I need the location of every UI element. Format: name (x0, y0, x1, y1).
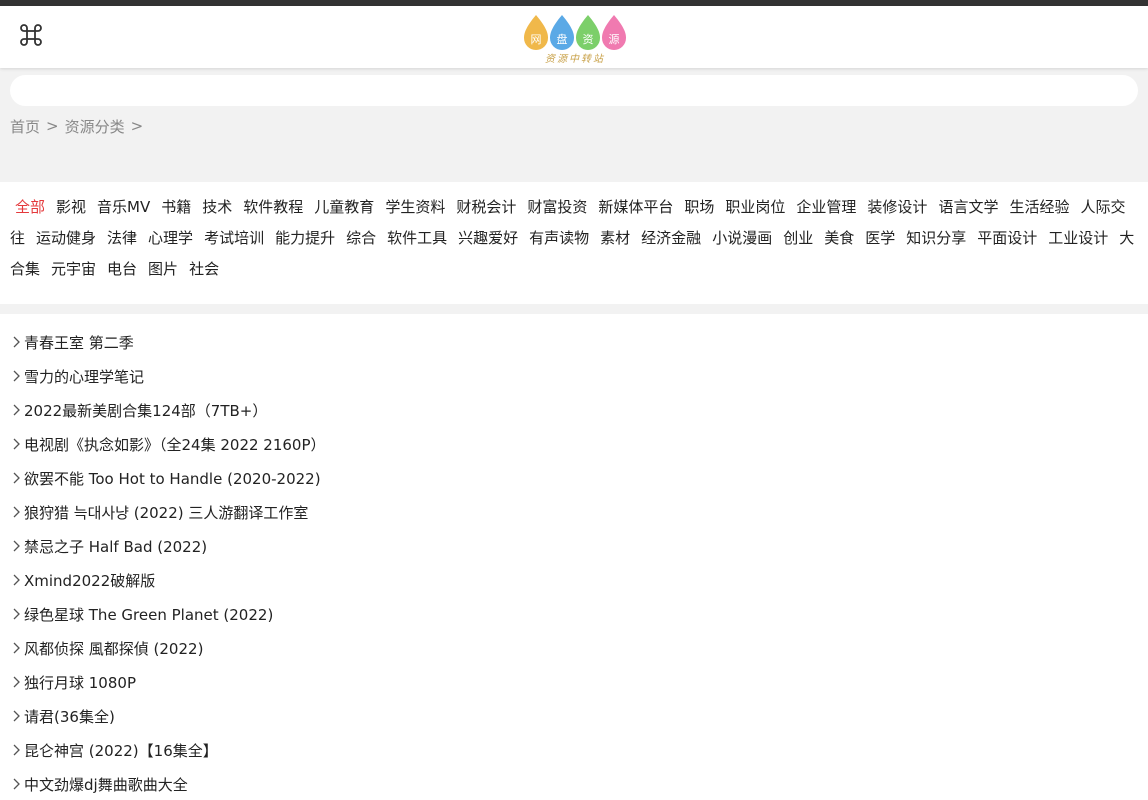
resource-list: 青春王室 第二季 雪力的心理学笔记 2022最新美剧合集124部（7TB+） 电视剧《… (0, 325, 1148, 800)
category-item[interactable]: 心理学 (148, 229, 193, 247)
breadcrumb-current[interactable]: 资源分类 (65, 116, 125, 137)
category-item[interactable]: 全部 (15, 198, 45, 216)
command-icon[interactable] (18, 22, 44, 48)
list-item[interactable]: 欲罢不能 Too Hot to Handle (2020-2022) (0, 461, 1148, 495)
category-item[interactable]: 财富投资 (527, 198, 587, 216)
category-item[interactable]: 生活经验 (1009, 198, 1069, 216)
chevron-right-icon (13, 370, 20, 382)
breadcrumb-separator: > (46, 117, 59, 135)
chevron-right-icon (13, 438, 20, 450)
logo-tagline: 资源中转站 (545, 53, 605, 64)
category-item[interactable]: 语言文学 (938, 198, 998, 216)
list-item-title: 电视剧《执念如影》（全24集 2022 2160P） (24, 435, 326, 454)
list-item[interactable]: 电视剧《执念如影》（全24集 2022 2160P） (0, 427, 1148, 461)
list-item[interactable]: 绿色星球 The Green Planet (2022) (0, 597, 1148, 631)
search-input[interactable] (10, 75, 1138, 106)
category-item[interactable]: 平面设计 (977, 229, 1037, 247)
list-item[interactable]: 2022最新美剧合集124部（7TB+） (0, 393, 1148, 427)
list-item-title: 中文劲爆dj舞曲歌曲大全 (24, 775, 188, 794)
category-item[interactable]: 医学 (865, 229, 895, 247)
chevron-right-icon (13, 336, 20, 348)
list-item[interactable]: 雪力的心理学笔记 (0, 359, 1148, 393)
category-item[interactable]: 能力提升 (275, 229, 335, 247)
chevron-right-icon (13, 710, 20, 722)
list-item[interactable]: 风都侦探 風都探偵 (2022) (0, 631, 1148, 665)
category-item[interactable]: 工业设计 (1048, 229, 1108, 247)
category-item[interactable]: 书籍 (161, 198, 191, 216)
list-item-title: 雪力的心理学笔记 (24, 367, 145, 386)
category-item[interactable]: 小说漫画 (712, 229, 772, 247)
category-item[interactable]: 装修设计 (867, 198, 927, 216)
site-logo[interactable]: 网 盘 资 源 资源中转站 (520, 12, 630, 64)
category-item[interactable]: 技术 (202, 198, 232, 216)
category-item[interactable]: 图片 (148, 260, 178, 278)
category-item[interactable]: 素材 (600, 229, 630, 247)
list-item[interactable]: 中文劲爆dj舞曲歌曲大全 (0, 767, 1148, 800)
category-item[interactable]: 新媒体平台 (598, 198, 673, 216)
list-item[interactable]: 青春王室 第二季 (0, 325, 1148, 359)
list-item-title: Xmind2022破解版 (24, 571, 156, 590)
list-item[interactable]: Xmind2022破解版 (0, 563, 1148, 597)
logo-char: 盘 (557, 32, 568, 46)
category-item[interactable]: 美食 (824, 229, 854, 247)
category-item[interactable]: 知识分享 (906, 229, 966, 247)
category-item[interactable]: 社会 (189, 260, 219, 278)
chevron-right-icon (13, 506, 20, 518)
breadcrumb-separator: > (130, 117, 144, 135)
category-item[interactable]: 学生资料 (385, 198, 445, 216)
chevron-right-icon (13, 676, 20, 688)
chevron-right-icon (13, 540, 20, 552)
list-item-title: 2022最新美剧合集124部（7TB+） (24, 401, 268, 420)
list-item-title: 昆仑神宫 (2022)【16集全】 (24, 741, 218, 760)
category-item[interactable]: 经济金融 (641, 229, 701, 247)
chevron-right-icon (13, 472, 20, 484)
category-item[interactable]: 有声读物 (529, 229, 589, 247)
section-divider (0, 304, 1148, 314)
list-item-title: 欲罢不能 Too Hot to Handle (2020-2022) (24, 469, 321, 488)
list-item-title: 风都侦探 風都探偵 (2022) (24, 639, 204, 658)
list-item-title: 独行月球 1080P (24, 673, 136, 692)
list-item-title: 禁忌之子 Half Bad (2022) (24, 537, 208, 556)
category-item[interactable]: 企业管理 (796, 198, 856, 216)
logo-char: 资 (583, 33, 594, 46)
logo-char: 网 (531, 33, 542, 46)
list-item[interactable]: 禁忌之子 Half Bad (2022) (0, 529, 1148, 563)
list-item-title: 狼狩猎 늑대사냥 (2022) 三人游翻译工作室 (24, 503, 309, 522)
category-list: 全部 影视 音乐MV 书籍 技术 软件教程 儿童教育 学生资料 财税会计 财富投资 新媒体平台 职场职… (0, 182, 1148, 304)
category-item[interactable]: 综合 (346, 229, 376, 247)
category-item[interactable]: 儿童教育 (314, 198, 374, 216)
category-item[interactable]: 音乐MV (97, 198, 150, 216)
category-item[interactable]: 考试培训 (204, 229, 264, 247)
category-item[interactable]: 电台 (107, 260, 137, 278)
list-item-title: 绿色星球 The Green Planet (2022) (24, 605, 274, 624)
category-item[interactable]: 兴趣爱好 (458, 229, 518, 247)
category-item[interactable]: 法律 (107, 229, 137, 247)
category-item[interactable]: 元宇宙 (51, 260, 96, 278)
chevron-right-icon (13, 404, 20, 416)
category-item[interactable]: 财税会计 (456, 198, 516, 216)
chevron-right-icon (13, 744, 20, 756)
list-item[interactable]: 昆仑神宫 (2022)【16集全】 (0, 733, 1148, 767)
list-item-title: 请君(36集全) (24, 707, 115, 726)
category-item[interactable]: 影视 (56, 198, 86, 216)
category-item[interactable]: 职场 (684, 198, 714, 216)
chevron-right-icon (13, 574, 20, 586)
chevron-right-icon (13, 642, 20, 654)
chevron-right-icon (13, 608, 20, 620)
list-item[interactable]: 独行月球 1080P (0, 665, 1148, 699)
breadcrumb: 首页 > 资源分类 > (10, 116, 143, 136)
list-item[interactable]: 请君(36集全) (0, 699, 1148, 733)
list-item-title: 青春王室 第二季 (24, 333, 134, 352)
chevron-right-icon (13, 778, 20, 790)
category-item[interactable]: 职业岗位 (725, 198, 785, 216)
logo-char: 源 (609, 32, 620, 46)
breadcrumb-home[interactable]: 首页 (10, 116, 40, 137)
category-item[interactable]: 创业 (783, 229, 813, 247)
category-item[interactable]: 运动健身 (36, 229, 96, 247)
category-item[interactable]: 软件工具 (387, 229, 447, 247)
list-item[interactable]: 狼狩猎 늑대사냥 (2022) 三人游翻译工作室 (0, 495, 1148, 529)
category-item[interactable]: 软件教程 (243, 198, 303, 216)
header: 网 盘 资 源 资源中转站 (0, 6, 1148, 68)
